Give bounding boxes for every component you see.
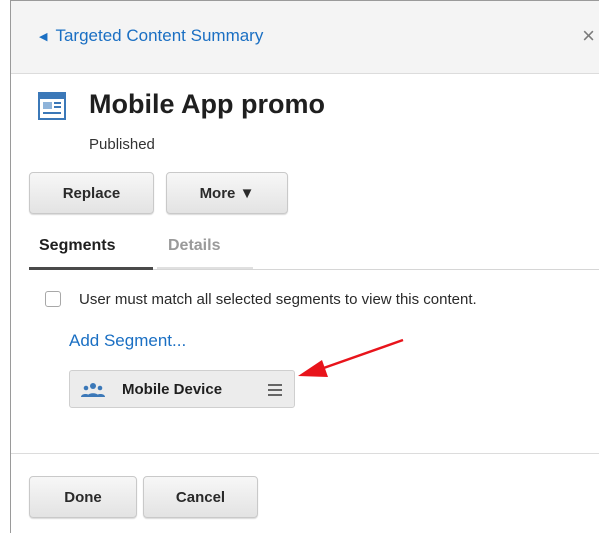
segment-label: Mobile Device	[122, 381, 223, 398]
panel-header: ◀ Targeted Content Summary ×	[11, 1, 599, 74]
replace-button[interactable]: Replace	[29, 172, 154, 214]
drag-handle-icon[interactable]	[268, 384, 282, 399]
segment-chip-mobile-device[interactable]: Mobile Device	[69, 370, 295, 408]
active-tab-indicator	[29, 267, 153, 270]
page-title: Mobile App promo	[89, 89, 325, 119]
tab-segments[interactable]: Segments	[39, 237, 115, 255]
match-all-checkbox[interactable]	[45, 291, 61, 307]
tab-bar: Segments Details	[29, 227, 599, 270]
cancel-button[interactable]: Cancel	[143, 476, 258, 518]
close-icon[interactable]: ×	[582, 23, 595, 49]
match-all-label: User must match all selected segments to…	[79, 291, 477, 308]
footer-divider	[11, 453, 599, 454]
add-segment-link[interactable]: Add Segment...	[69, 331, 186, 351]
targeted-content-panel: ◀ Targeted Content Summary × Mobile App …	[10, 0, 599, 533]
tab-underline	[157, 267, 253, 269]
annotation-arrow-icon	[298, 338, 404, 377]
users-group-icon	[81, 383, 105, 397]
status-text: Published	[89, 136, 155, 153]
tab-details[interactable]: Details	[168, 237, 220, 255]
content-page-icon	[38, 92, 66, 120]
back-link-label: Targeted Content Summary	[55, 26, 264, 45]
caret-left-icon: ◀	[39, 30, 48, 43]
done-button[interactable]: Done	[29, 476, 137, 518]
more-button[interactable]: More ▼	[166, 172, 288, 214]
back-to-summary-link[interactable]: ◀ Targeted Content Summary	[39, 26, 263, 46]
